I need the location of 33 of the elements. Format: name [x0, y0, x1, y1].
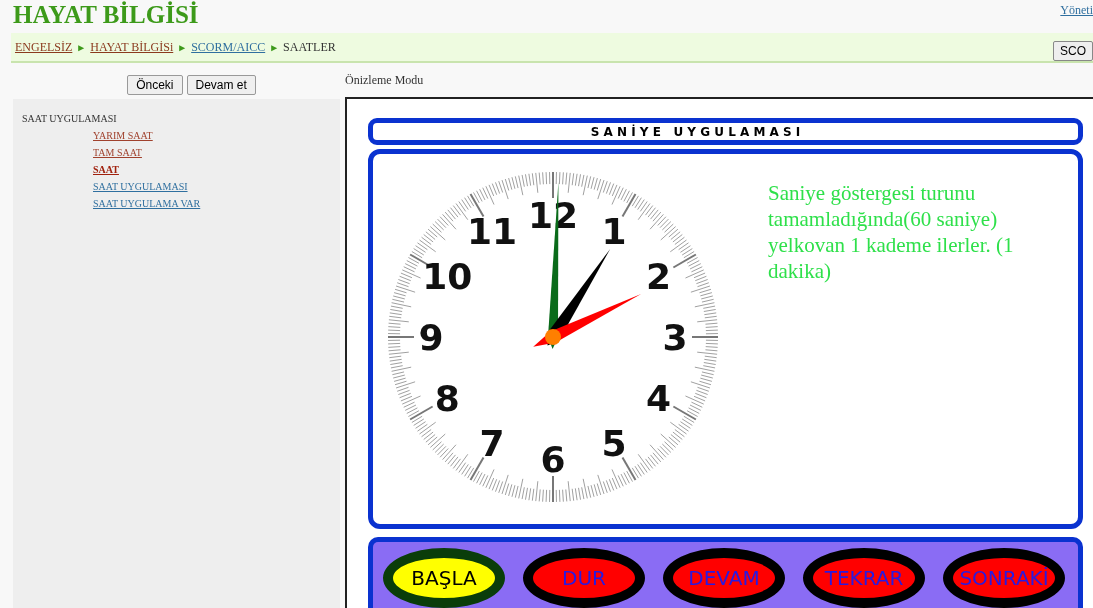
clock-numeral: 7 [479, 422, 505, 464]
breadcrumb-link[interactable]: HAYAT BİLGİSi [90, 38, 174, 56]
control-button[interactable]: BAŞLA [383, 548, 505, 608]
clock-numeral: 4 [646, 378, 672, 419]
toc-link[interactable]: TAM SAAT [93, 146, 142, 160]
preview-mode-label: Önizleme Modu [345, 72, 425, 89]
sco-button[interactable]: SCO [1053, 41, 1093, 61]
breadcrumb-current: SAATLER [283, 39, 336, 56]
breadcrumb-link[interactable]: ENGELSİZ [15, 38, 73, 56]
breadcrumb-link[interactable]: SCORM/AICC [191, 38, 266, 56]
breadcrumb-separator: ► [76, 40, 87, 55]
clock-numeral: 11 [466, 211, 518, 253]
admin-link[interactable]: Yöneti [1060, 0, 1093, 19]
activity-title: S A N İ Y E U Y G U L A M A S I [590, 123, 801, 141]
toc-link[interactable]: YARIM SAAT [93, 129, 153, 143]
clock-numeral: 1 [601, 211, 627, 253]
nav-button[interactable]: Devam et [186, 75, 256, 95]
toc-heading: SAAT UYGULAMASI [22, 112, 118, 126]
explanation-text: Saniye göstergesi turunu tamamladığında(60 saniye) yelkovan 1 kademe ilerler. (1 dakika) [768, 180, 1015, 284]
clock-numeral: 2 [646, 256, 672, 297]
clock-numeral: 6 [540, 439, 566, 480]
clock-numeral: 8 [434, 378, 460, 419]
page-title: HAYAT BİLGİSİ [13, 0, 199, 30]
toc-link[interactable]: SAAT [93, 163, 119, 177]
nav-button[interactable]: Önceki [127, 75, 183, 95]
breadcrumb-separator: ► [177, 40, 188, 55]
breadcrumb-separator: ► [269, 40, 280, 55]
clock-numeral: 3 [662, 317, 688, 358]
clock-numeral: 9 [418, 317, 444, 358]
toc-link[interactable]: SAAT UYGULAMA VAR [93, 197, 201, 211]
clock-numeral: 10 [422, 256, 473, 297]
clock-numeral: 5 [601, 422, 627, 464]
toc-link[interactable]: SAAT UYGULAMASI [93, 180, 188, 194]
